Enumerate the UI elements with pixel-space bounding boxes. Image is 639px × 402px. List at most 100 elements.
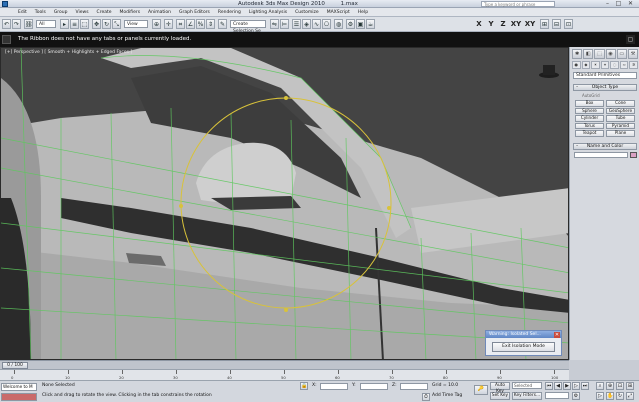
- select-object-icon[interactable]: ▸: [60, 19, 69, 29]
- zoom-extents-icon[interactable]: ⊡: [616, 382, 624, 390]
- object-type-rollout[interactable]: Object Type: [573, 84, 637, 91]
- create-tab-icon[interactable]: ✱: [572, 49, 583, 59]
- menu-customize[interactable]: Customize: [295, 10, 319, 15]
- sphere-button[interactable]: Sphere: [575, 107, 604, 114]
- graphite-tools-icon[interactable]: ◈: [302, 19, 311, 29]
- pyramid-button[interactable]: Pyramid: [606, 122, 635, 129]
- previous-frame-icon[interactable]: ◀: [554, 382, 562, 390]
- field-of-view-icon[interactable]: ▷: [596, 392, 604, 400]
- select-manipulate-icon[interactable]: ✛: [164, 19, 173, 29]
- geosphere-button[interactable]: GeoSphere: [606, 107, 635, 114]
- utilities-tab-icon[interactable]: ⚒: [627, 49, 639, 59]
- modify-tab-icon[interactable]: ◧: [583, 49, 594, 59]
- geometry-icon[interactable]: ●: [572, 61, 581, 69]
- axis-z-button[interactable]: Z: [498, 19, 508, 30]
- time-slider[interactable]: 0 / 100: [0, 360, 569, 369]
- menu-tools[interactable]: Tools: [35, 10, 46, 15]
- time-config-icon[interactable]: ⚙: [572, 392, 580, 400]
- toolbar-extra-icon-3[interactable]: ⊡: [564, 19, 573, 29]
- trackbar[interactable]: 0 10 20 30 40 50 60 70 80 90 100: [0, 369, 569, 380]
- menu-graph-editors[interactable]: Graph Editors: [179, 10, 210, 15]
- render-setup-icon[interactable]: ⚙: [346, 19, 355, 29]
- orbit-icon[interactable]: ↻: [616, 392, 624, 400]
- mirror-icon[interactable]: ⇋: [270, 19, 279, 29]
- space-warps-icon[interactable]: ≈: [619, 61, 629, 69]
- move-icon[interactable]: ✥: [92, 19, 101, 29]
- pan-icon[interactable]: ✋: [606, 392, 614, 400]
- edit-named-selections-icon[interactable]: ✎: [218, 19, 227, 29]
- goto-end-icon[interactable]: ⏭: [581, 382, 589, 390]
- lock-selection-icon[interactable]: 🔒: [300, 382, 308, 390]
- quick-render-icon[interactable]: ☕: [366, 19, 375, 29]
- menu-edit[interactable]: Edit: [18, 10, 27, 15]
- ribbon-toggle-icon[interactable]: ▢: [626, 35, 635, 44]
- selection-filter-dropdown[interactable]: All: [36, 20, 56, 28]
- undo-icon[interactable]: ↶: [2, 19, 11, 29]
- menu-group[interactable]: Group: [54, 10, 68, 15]
- object-name-input[interactable]: [574, 152, 628, 158]
- menu-lighting-analysis[interactable]: Lighting Analysis: [249, 10, 287, 15]
- helpers-icon[interactable]: ◌: [610, 61, 619, 69]
- select-by-name-icon[interactable]: ≡: [70, 19, 79, 29]
- hierarchy-tab-icon[interactable]: ⬚: [594, 49, 605, 59]
- zoom-extents-all-icon[interactable]: ⊞: [626, 382, 634, 390]
- tube-button[interactable]: Tube: [606, 115, 635, 122]
- minimize-button[interactable]: –: [603, 0, 612, 8]
- shapes-icon[interactable]: ◆: [581, 61, 591, 69]
- maximize-viewport-icon[interactable]: ⤢: [626, 392, 634, 400]
- object-color-swatch[interactable]: [630, 152, 637, 158]
- ribbon-grip-icon[interactable]: [2, 35, 11, 44]
- dialog-close-icon[interactable]: ✕: [554, 331, 560, 338]
- zoom-icon[interactable]: ⌕: [596, 382, 604, 390]
- key-filters-button[interactable]: Key Filters...: [512, 392, 542, 400]
- primitive-category-dropdown[interactable]: Standard Primitives: [573, 72, 637, 79]
- select-link-icon[interactable]: ⛓: [24, 19, 33, 29]
- menu-modifiers[interactable]: Modifiers: [120, 10, 141, 15]
- cylinder-button[interactable]: Cylinder: [575, 115, 604, 122]
- exit-isolation-mode-button[interactable]: Exit Isolation Mode: [492, 342, 555, 352]
- menu-animation[interactable]: Animation: [148, 10, 171, 15]
- maxscript-listener[interactable]: Welcome to M: [1, 383, 37, 391]
- axis-xy-button[interactable]: XY: [510, 19, 522, 30]
- menu-rendering[interactable]: Rendering: [218, 10, 241, 15]
- axis-xy-cycle-button[interactable]: XY: [524, 19, 536, 30]
- name-and-color-rollout[interactable]: Name and Color: [573, 143, 637, 150]
- current-frame-field[interactable]: [545, 392, 569, 399]
- add-time-tag[interactable]: Add Time Tag: [432, 393, 462, 398]
- menu-create[interactable]: Create: [97, 10, 112, 15]
- zoom-all-icon[interactable]: ⊕: [606, 382, 614, 390]
- box-button[interactable]: Box: [575, 100, 604, 107]
- spinner-snap-icon[interactable]: ⇕: [206, 19, 215, 29]
- menu-views[interactable]: Views: [76, 10, 89, 15]
- maximize-button[interactable]: □: [614, 0, 623, 8]
- motion-tab-icon[interactable]: ◉: [605, 49, 616, 59]
- torus-button[interactable]: Torus: [575, 122, 604, 129]
- axis-y-button[interactable]: Y: [486, 19, 496, 30]
- search-input[interactable]: Type a keyword or phrase: [481, 1, 555, 7]
- time-slider-thumb[interactable]: 0 / 100: [2, 362, 28, 369]
- perspective-viewport[interactable]: [+] Perspective ] [ Smooth + Highlights …: [0, 47, 569, 360]
- material-editor-icon[interactable]: ◍: [334, 19, 343, 29]
- menu-maxscript[interactable]: MAXScript: [327, 10, 350, 15]
- y-coordinate-field[interactable]: [360, 383, 388, 390]
- set-key-button[interactable]: Set Key: [490, 392, 510, 400]
- display-tab-icon[interactable]: ▭: [616, 49, 627, 59]
- rendered-frame-icon[interactable]: ▣: [356, 19, 365, 29]
- axis-x-button[interactable]: X: [474, 19, 484, 30]
- teapot-button[interactable]: Teapot: [575, 130, 604, 137]
- toolbar-extra-icon-2[interactable]: ⊟: [552, 19, 561, 29]
- goto-start-icon[interactable]: ⏮: [545, 382, 553, 390]
- time-tag-icon[interactable]: ⏱: [422, 393, 430, 401]
- scale-icon[interactable]: ⤡: [112, 19, 121, 29]
- selection-region-icon[interactable]: ⬚: [80, 19, 89, 29]
- pivot-center-icon[interactable]: ⊕: [152, 19, 161, 29]
- layer-manager-icon[interactable]: ☰: [292, 19, 301, 29]
- close-button[interactable]: ✕: [626, 0, 635, 8]
- next-frame-icon[interactable]: ▷: [572, 382, 580, 390]
- named-selection-dropdown[interactable]: Create Selection Se: [230, 20, 266, 34]
- reference-coordinate-dropdown[interactable]: View: [124, 20, 148, 28]
- maxscript-output[interactable]: [1, 393, 37, 401]
- cameras-icon[interactable]: ⌖: [600, 61, 610, 69]
- plane-button[interactable]: Plane: [606, 130, 635, 137]
- lights-icon[interactable]: ☀: [591, 61, 600, 69]
